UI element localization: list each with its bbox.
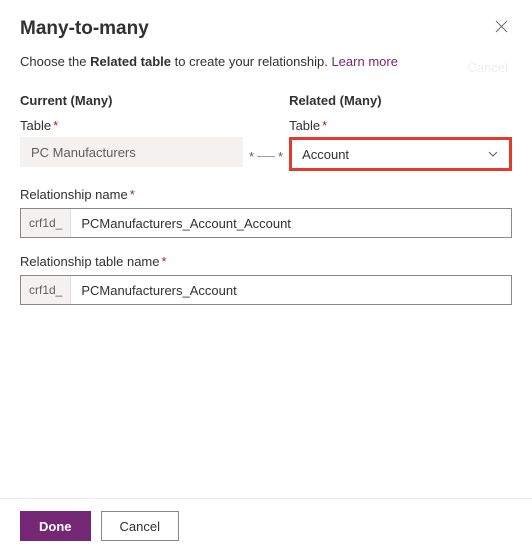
cancel-button[interactable]: Cancel	[101, 511, 179, 541]
relationship-connector: * *	[243, 141, 289, 171]
intro-suffix: to create your relationship.	[171, 54, 331, 69]
current-heading: Current (Many)	[20, 93, 243, 108]
relationship-name-input[interactable]	[71, 209, 511, 237]
relationship-name-label-text: Relationship name	[20, 187, 128, 202]
panel-title: Many-to-many	[20, 18, 149, 40]
current-column: Current (Many) Table* PC Manufacturers	[20, 93, 243, 167]
required-asterisk: *	[161, 254, 166, 269]
many-to-many-panel: Many-to-many Choose the Related table to…	[0, 0, 532, 305]
related-table-value: Account	[302, 147, 487, 162]
related-table-select[interactable]: Account	[289, 137, 512, 171]
connector-line	[257, 156, 275, 157]
relationship-name-prefix: crf1d_	[21, 209, 71, 237]
current-table-label: Table*	[20, 118, 243, 133]
close-icon	[495, 20, 508, 37]
connector-left-star: *	[249, 149, 254, 164]
header-row: Many-to-many	[20, 18, 512, 40]
required-asterisk: *	[53, 118, 58, 133]
relationship-table-name-field: crf1d_	[20, 275, 512, 305]
related-table-label: Table*	[289, 118, 512, 133]
required-asterisk: *	[130, 187, 135, 202]
related-heading: Related (Many)	[289, 93, 512, 108]
relationship-table-name-label: Relationship table name*	[20, 254, 512, 269]
current-table-value: PC Manufacturers	[20, 137, 243, 167]
intro-prefix: Choose the	[20, 54, 90, 69]
current-table-label-text: Table	[20, 118, 51, 133]
table-columns: Current (Many) Table* PC Manufacturers *…	[20, 93, 512, 171]
required-asterisk: *	[322, 118, 327, 133]
intro-text: Choose the Related table to create your …	[20, 54, 512, 69]
chevron-down-icon	[487, 148, 499, 160]
relationship-name-field: crf1d_	[20, 208, 512, 238]
learn-more-link[interactable]: Learn more	[331, 54, 397, 69]
related-table-label-text: Table	[289, 118, 320, 133]
connector-right-star: *	[278, 149, 283, 164]
relationship-table-name-label-text: Relationship table name	[20, 254, 159, 269]
relationship-table-name-prefix: crf1d_	[21, 276, 71, 304]
close-button[interactable]	[491, 18, 512, 39]
footer: Done Cancel	[0, 498, 532, 553]
intro-bold: Related table	[90, 54, 171, 69]
relationship-name-label: Relationship name*	[20, 187, 512, 202]
related-column: Related (Many) Table* Account	[289, 93, 512, 171]
done-button[interactable]: Done	[20, 511, 91, 541]
relationship-table-name-input[interactable]	[71, 276, 511, 304]
